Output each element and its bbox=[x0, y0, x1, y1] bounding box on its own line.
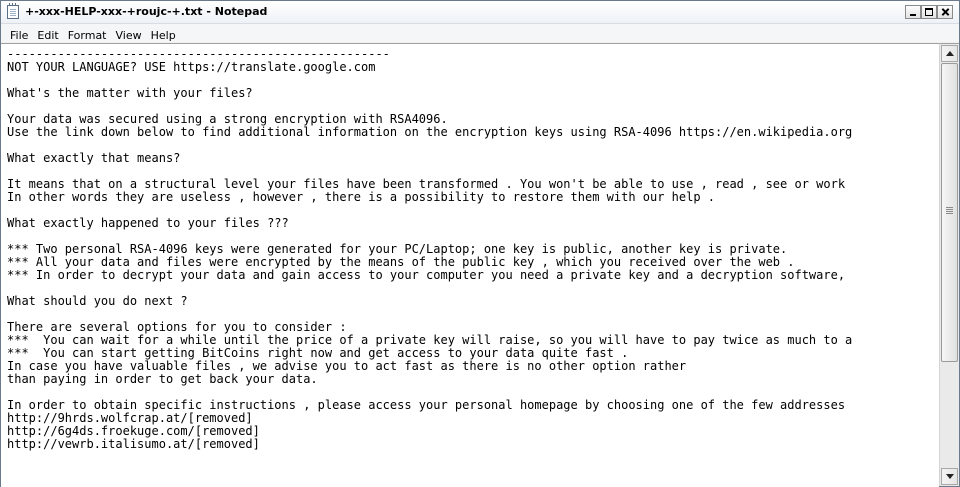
close-icon[interactable] bbox=[937, 5, 953, 19]
text-editor[interactable]: ----------------------------------------… bbox=[1, 43, 939, 487]
window-title: +-xxx-HELP-xxx-+roujc-+.txt - Notepad bbox=[25, 5, 268, 18]
document-line: ----------------------------------------… bbox=[7, 47, 390, 61]
document-line: *** You can wait for a while until the p… bbox=[7, 333, 853, 347]
scroll-down-arrow-icon[interactable] bbox=[941, 468, 958, 485]
document-line: *** All your data and files were encrypt… bbox=[7, 255, 795, 269]
document-line: Your data was secured using a strong enc… bbox=[7, 112, 448, 126]
menu-file[interactable]: File bbox=[10, 27, 28, 42]
menu-view[interactable]: View bbox=[116, 27, 142, 42]
document-line: In other words they are useless , howeve… bbox=[7, 190, 716, 204]
document-line: *** Two personal RSA-4096 keys were gene… bbox=[7, 242, 788, 256]
document-line: What should you do next ? bbox=[7, 294, 188, 308]
document-text[interactable]: ----------------------------------------… bbox=[1, 44, 939, 451]
notepad-icon[interactable] bbox=[7, 3, 19, 19]
menu-format[interactable]: Format bbox=[68, 27, 107, 42]
document-line: *** You can start getting BitCoins right… bbox=[7, 346, 629, 360]
menu-help[interactable]: Help bbox=[151, 27, 176, 42]
document-line: than paying in order to get back your da… bbox=[7, 372, 318, 386]
document-line: *** In order to decrypt your data and ga… bbox=[7, 268, 846, 282]
maximize-icon[interactable] bbox=[921, 5, 937, 19]
notepad-window: +-xxx-HELP-xxx-+roujc-+.txt - Notepad Fi… bbox=[0, 0, 960, 487]
document-line: There are several options for you to con… bbox=[7, 320, 347, 334]
document-line: NOT YOUR LANGUAGE? USE https://translate… bbox=[7, 60, 376, 74]
title-bar[interactable]: +-xxx-HELP-xxx-+roujc-+.txt - Notepad bbox=[1, 1, 959, 24]
document-line: http://9hrds.wolfcrap.at/[removed] bbox=[7, 411, 253, 425]
document-line: In case you have valuable files , we adv… bbox=[7, 359, 687, 373]
minimize-icon[interactable] bbox=[905, 5, 921, 19]
document-line: http://6g4ds.froekuge.com/[removed] bbox=[7, 424, 260, 438]
document-line: http://vewrb.italisumo.at/[removed] bbox=[7, 437, 260, 451]
document-line: In order to obtain specific instructions… bbox=[7, 398, 846, 412]
scroll-up-arrow-icon[interactable] bbox=[941, 45, 958, 62]
document-line: What exactly that means? bbox=[7, 151, 181, 165]
document-line: What exactly happened to your files ??? bbox=[7, 216, 289, 230]
menu-bar: File Edit Format View Help bbox=[1, 24, 959, 42]
scrollbar-thumb[interactable] bbox=[941, 63, 958, 362]
document-line: Use the link down below to find addition… bbox=[7, 125, 853, 139]
document-line: What's the matter with your files? bbox=[7, 86, 253, 100]
vertical-scrollbar[interactable] bbox=[939, 43, 959, 486]
menu-edit[interactable]: Edit bbox=[37, 27, 58, 42]
document-line: It means that on a structural level your… bbox=[7, 177, 846, 191]
